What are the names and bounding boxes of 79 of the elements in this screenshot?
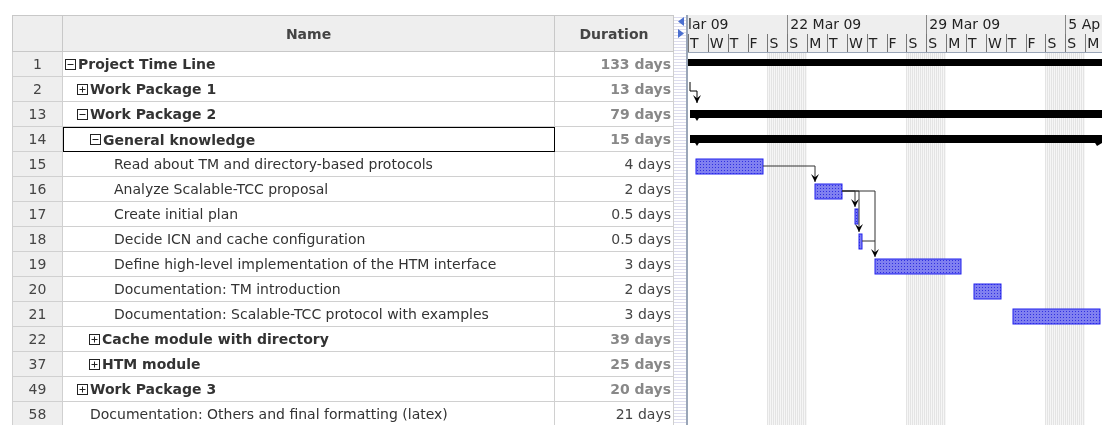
day-label: S xyxy=(906,34,927,52)
task-name: HTM module xyxy=(101,356,201,372)
column-header[interactable]: Name xyxy=(63,15,555,52)
row-number: 17 xyxy=(12,202,63,227)
row-number: 2 xyxy=(12,77,63,102)
collapse-icon[interactable] xyxy=(90,134,101,145)
day-label: W xyxy=(985,34,1006,52)
row-number: 22 xyxy=(12,327,63,352)
row-number: 21 xyxy=(12,302,63,327)
task-name-cell[interactable]: Analyze Scalable-TCC proposal xyxy=(63,177,555,202)
task-name: Documentation: Others and final formatting (latex) xyxy=(89,406,448,422)
row-number: 1 xyxy=(12,52,63,77)
day-label: M xyxy=(1085,34,1102,52)
row-number: 20 xyxy=(12,277,63,302)
day-label: W xyxy=(707,34,728,52)
header-corner xyxy=(12,15,63,52)
row-number: 58 xyxy=(12,402,63,425)
collapse-icon[interactable] xyxy=(77,108,88,120)
row-number: 13 xyxy=(12,102,63,127)
task-name: Work Package 1 xyxy=(89,81,217,97)
day-label: M xyxy=(807,34,827,52)
expand-icon[interactable] xyxy=(89,333,100,345)
expand-right-icon[interactable] xyxy=(678,29,684,38)
collapse-icon[interactable] xyxy=(65,58,76,70)
task-name-cell[interactable]: Work Package 1 xyxy=(63,77,555,102)
expand-icon[interactable] xyxy=(89,358,100,370)
task-name-cell[interactable]: Define high-level implementation of the HTM interface xyxy=(63,252,555,277)
task-name: Define high-level implementation of the HTM interface xyxy=(113,256,497,272)
task-name-cell[interactable]: Create initial plan xyxy=(63,202,555,227)
week-label: lar 09 xyxy=(688,15,730,34)
task-name-cell[interactable]: Documentation: Others and final formatting (latex) xyxy=(63,402,555,425)
day-label: W xyxy=(846,34,867,52)
day-label: T xyxy=(966,34,986,52)
column-header[interactable]: Duration xyxy=(555,15,674,52)
task-name-cell[interactable]: Decide ICN and cache configuration xyxy=(63,227,555,252)
day-label: M xyxy=(946,34,967,52)
task-name: General knowledge xyxy=(102,131,256,148)
task-name: Decide ICN and cache configuration xyxy=(113,231,366,247)
task-name-cell[interactable]: Documentation: TM introduction xyxy=(63,277,555,302)
day-label: T xyxy=(727,34,748,52)
row-number: 18 xyxy=(12,227,63,252)
task-name-cell[interactable]: Documentation: Scalable-TCC protocol with examples xyxy=(63,302,555,327)
row-number: 19 xyxy=(12,252,63,277)
day-label: S xyxy=(1045,34,1066,52)
row-number: 15 xyxy=(12,152,63,177)
task-name-cell[interactable]: Cache module with directory xyxy=(63,327,555,352)
day-label: F xyxy=(886,34,907,52)
task-name: Analyze Scalable-TCC proposal xyxy=(113,181,329,197)
row-number: 37 xyxy=(12,352,63,377)
row-number: 49 xyxy=(12,377,63,402)
task-name: Work Package 2 xyxy=(89,106,217,122)
day-label: T xyxy=(1005,34,1026,52)
task-name-cell[interactable]: HTM module xyxy=(63,352,555,377)
task-name: Documentation: Scalable-TCC protocol with examples xyxy=(113,306,489,322)
day-label: T xyxy=(866,34,887,52)
task-name-cell[interactable]: Read about TM and directory-based protocols xyxy=(63,152,555,177)
day-label: T xyxy=(688,34,708,52)
row-number: 14 xyxy=(12,127,63,152)
task-name: Work Package 3 xyxy=(89,381,217,397)
day-label: F xyxy=(747,34,768,52)
day-label: T xyxy=(827,34,847,52)
day-label: S xyxy=(767,34,788,52)
task-name: Create initial plan xyxy=(113,206,239,222)
day-label: S xyxy=(926,34,947,52)
task-name-cell[interactable]: Work Package 2 xyxy=(63,102,555,127)
collapse-left-icon[interactable] xyxy=(678,17,684,26)
task-name-cell[interactable]: Work Package 3 xyxy=(63,377,555,402)
task-name: Cache module with directory xyxy=(101,331,329,347)
expand-icon[interactable] xyxy=(77,383,88,395)
day-label: S xyxy=(787,34,808,52)
day-label: S xyxy=(1065,34,1086,52)
task-name: Documentation: TM introduction xyxy=(113,281,341,297)
task-name-cell[interactable]: Project Time Line xyxy=(63,52,555,77)
row-number: 16 xyxy=(12,177,63,202)
day-label: F xyxy=(1025,34,1046,52)
expand-icon[interactable] xyxy=(77,83,88,95)
task-name: Read about TM and directory-based protocols xyxy=(113,156,433,172)
task-name-cell[interactable]: General knowledge xyxy=(63,127,555,152)
task-name: Project Time Line xyxy=(77,56,216,72)
